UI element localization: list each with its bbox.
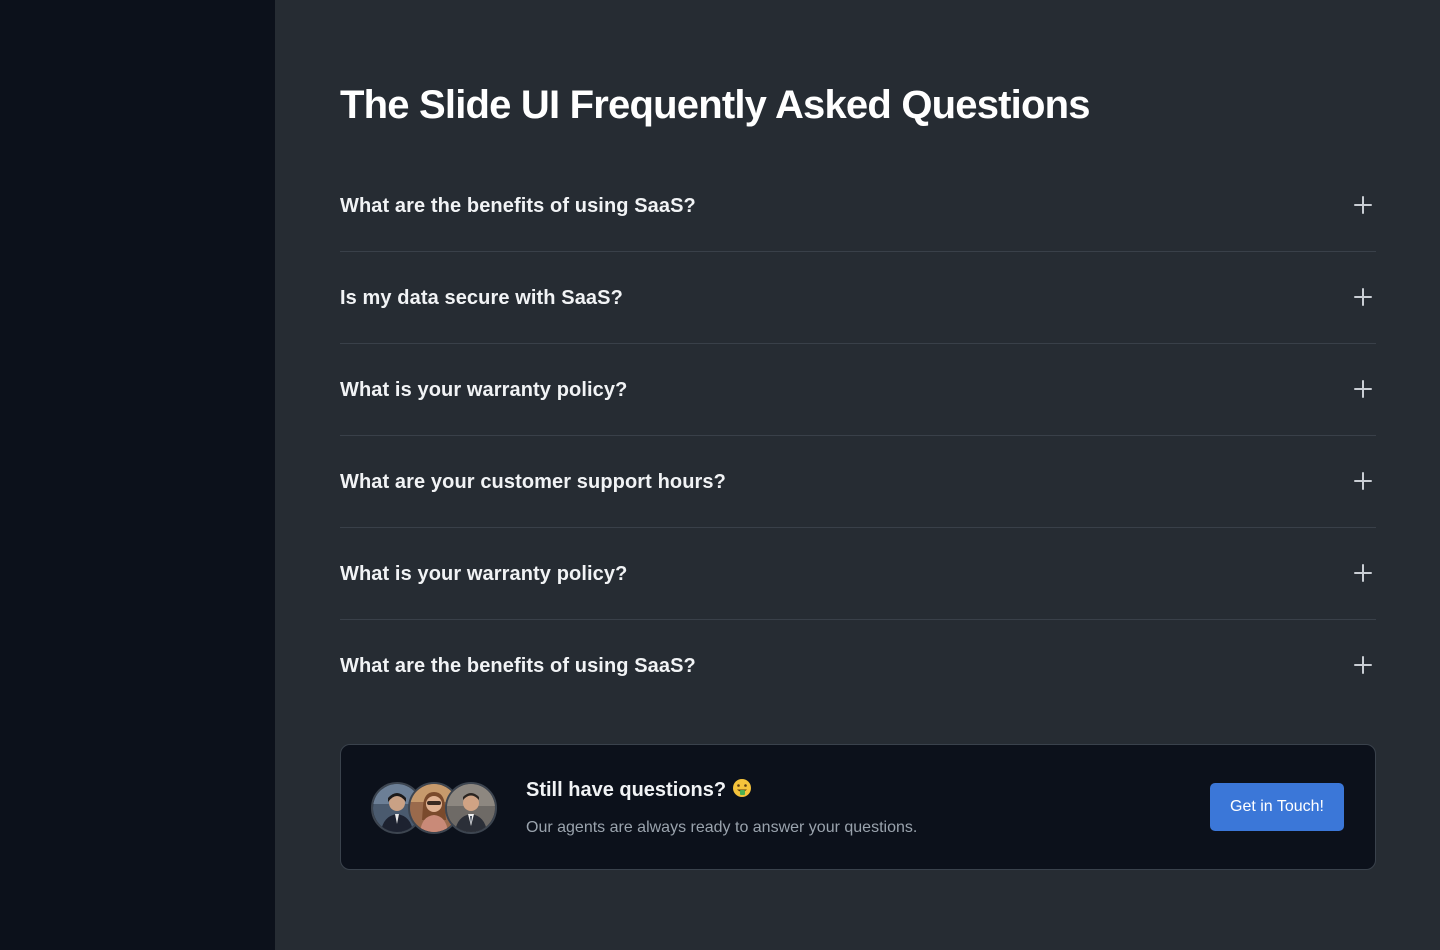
faq-question: What is your warranty policy?	[340, 379, 628, 401]
faq-question: What are the benefits of using SaaS?	[340, 195, 696, 217]
contact-title: Still have questions?	[526, 776, 752, 804]
faq-item[interactable]: What are the benefits of using SaaS?	[340, 620, 1376, 711]
faq-question: What are your customer support hours?	[340, 471, 726, 493]
sidebar	[0, 0, 275, 950]
contact-title-text: Still have questions?	[526, 779, 727, 801]
faq-item[interactable]: What are the benefits of using SaaS?	[340, 160, 1376, 252]
faq-question: What is your warranty policy?	[340, 563, 628, 585]
faq-list: What are the benefits of using SaaS? Is …	[340, 160, 1376, 711]
agent-avatars	[371, 782, 497, 834]
money-mouth-face-icon	[732, 778, 752, 798]
main-content: The Slide UI Frequently Asked Questions …	[275, 0, 1440, 950]
faq-question: Is my data secure with SaaS?	[340, 287, 623, 309]
contact-card: Still have questions? Our agents are alw…	[340, 744, 1376, 870]
contact-subtitle: Our agents are always ready to answer yo…	[526, 819, 918, 836]
faq-item[interactable]: What is your warranty policy?	[340, 528, 1376, 620]
plus-icon[interactable]	[1354, 196, 1372, 214]
faq-item[interactable]: Is my data secure with SaaS?	[340, 252, 1376, 344]
page-title: The Slide UI Frequently Asked Questions	[340, 83, 1091, 127]
get-in-touch-button[interactable]: Get in Touch!	[1210, 783, 1344, 831]
faq-item[interactable]: What is your warranty policy?	[340, 344, 1376, 436]
plus-icon[interactable]	[1354, 288, 1372, 306]
faq-question: What are the benefits of using SaaS?	[340, 655, 696, 677]
plus-icon[interactable]	[1354, 564, 1372, 582]
plus-icon[interactable]	[1354, 380, 1372, 398]
faq-item[interactable]: What are your customer support hours?	[340, 436, 1376, 528]
agent-avatar-3	[445, 782, 497, 834]
plus-icon[interactable]	[1354, 656, 1372, 674]
plus-icon[interactable]	[1354, 472, 1372, 490]
